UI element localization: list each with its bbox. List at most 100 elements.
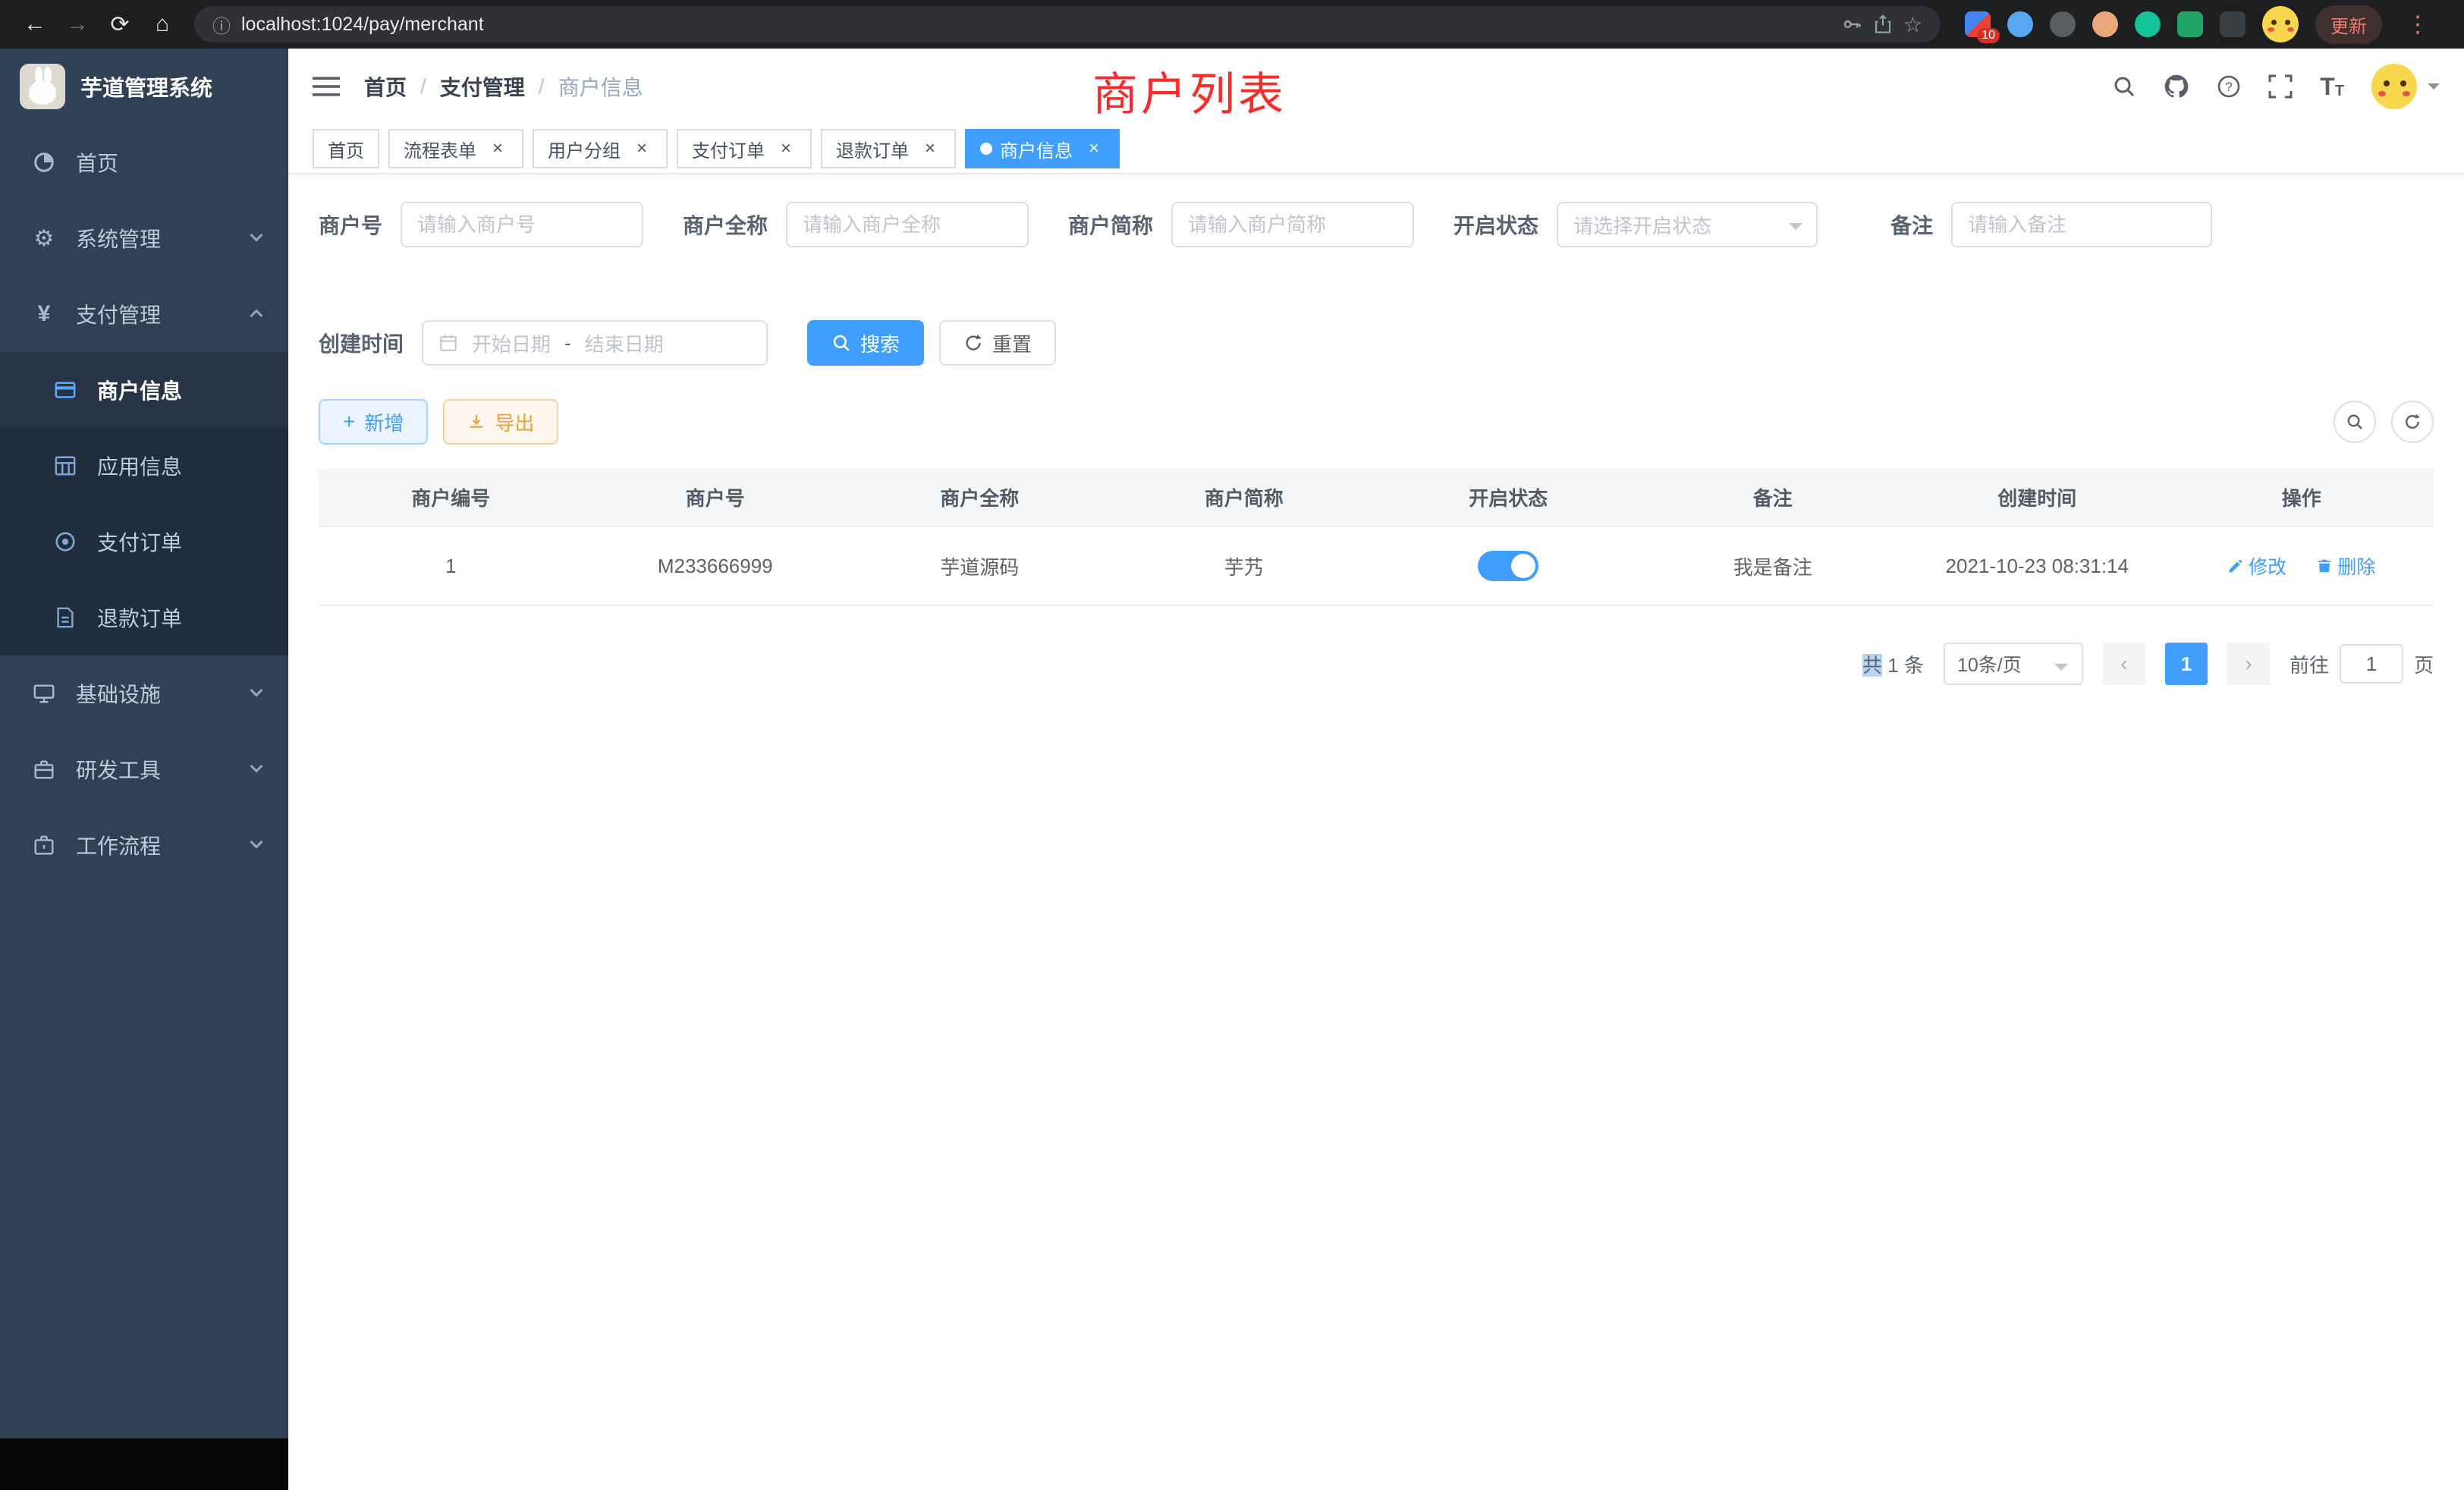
tab-refund-order[interactable]: 退款订单 × — [821, 129, 956, 168]
chevron-down-icon — [250, 229, 263, 242]
sidebar-item-label: 系统管理 — [76, 223, 161, 253]
toggle-search-button[interactable] — [2334, 401, 2376, 443]
tab-label: 用户分组 — [548, 136, 621, 162]
font-size-icon[interactable]: TT — [2320, 74, 2344, 99]
calendar-icon — [438, 333, 458, 353]
browser-home-icon[interactable]: ⌂ — [143, 5, 182, 44]
extension-icon[interactable] — [2135, 11, 2161, 37]
edit-button[interactable]: 修改 — [2227, 552, 2286, 580]
sidebar-item-home[interactable]: 首页 — [0, 124, 288, 200]
goto-label: 前往 — [2290, 650, 2329, 678]
bookmark-star-icon[interactable]: ☆ — [1903, 12, 1922, 37]
merchant-no-input[interactable] — [401, 202, 643, 247]
close-icon[interactable]: × — [775, 138, 797, 159]
sidebar-item-label: 支付管理 — [76, 299, 161, 329]
sidebar-item-app-info[interactable]: 应用信息 — [0, 428, 288, 504]
sidebar-item-pay-order[interactable]: 支付订单 — [0, 504, 288, 580]
browser-profile-avatar[interactable] — [2262, 6, 2299, 42]
tab-home[interactable]: 首页 — [313, 129, 379, 168]
browser-forward-icon[interactable]: → — [58, 5, 97, 44]
extension-icon[interactable] — [2007, 11, 2033, 37]
extension-icon[interactable] — [2092, 11, 2118, 37]
goto-page-input[interactable] — [2340, 644, 2403, 684]
close-icon[interactable]: × — [631, 138, 652, 159]
extension-icon[interactable] — [2177, 11, 2203, 37]
status-select-placeholder: 请选择开启状态 — [1573, 211, 1711, 239]
avatar — [2371, 64, 2417, 109]
grid-icon — [52, 454, 79, 477]
table-toolbar: + 新增 导出 — [319, 399, 2434, 445]
browser-back-icon[interactable]: ← — [15, 5, 55, 44]
close-icon[interactable]: × — [487, 138, 508, 159]
reset-button[interactable]: 重置 — [939, 320, 1056, 366]
sidebar-item-payment[interactable]: ¥ 支付管理 — [0, 276, 288, 352]
breadcrumb-pay[interactable]: 支付管理 — [440, 71, 525, 102]
chevron-up-icon — [250, 310, 263, 322]
short-name-input[interactable] — [1171, 202, 1414, 247]
next-page-button[interactable]: › — [2227, 643, 2270, 685]
close-icon[interactable]: × — [1083, 138, 1105, 159]
browser-refresh-icon[interactable]: ⟳ — [100, 5, 140, 44]
tab-user-group[interactable]: 用户分组 × — [533, 129, 668, 168]
table-header-row: 商户编号 商户号 商户全称 商户简称 开启状态 备注 创建时间 操作 — [319, 469, 2434, 527]
sidebar-item-label: 首页 — [76, 147, 118, 178]
sidebar-item-merchant-info[interactable]: 商户信息 — [0, 352, 288, 428]
search-icon[interactable] — [2112, 74, 2136, 99]
col-full-name: 商户全称 — [847, 469, 1112, 527]
chevron-down-icon — [1789, 223, 1802, 237]
search-icon — [831, 333, 851, 353]
col-merchant-id: 商户编号 — [319, 469, 583, 527]
page-1-button[interactable]: 1 — [2165, 643, 2208, 685]
tab-pay-order[interactable]: 支付订单 × — [677, 129, 812, 168]
sidebar-item-label: 研发工具 — [76, 754, 161, 784]
create-time-range-picker[interactable]: 开始日期 - 结束日期 — [422, 320, 768, 366]
extensions-pin-icon[interactable] — [2220, 11, 2246, 37]
browser-menu-icon[interactable]: ⋮ — [2399, 11, 2437, 38]
filter-form: 商户号 商户全称 商户简称 开启状态 请选择开启状态 — [319, 202, 2434, 366]
credit-card-icon — [52, 379, 79, 401]
refresh-table-button[interactable] — [2391, 401, 2434, 443]
delete-button[interactable]: 删除 — [2316, 552, 2375, 580]
hamburger-icon[interactable] — [313, 75, 340, 98]
status-toggle[interactable] — [1478, 551, 1538, 581]
sidebar-item-label: 基础设施 — [76, 678, 161, 709]
remark-input[interactable] — [1951, 202, 2212, 247]
red-annotation-text: 商户列表 — [1092, 58, 1287, 124]
export-button[interactable]: 导出 — [443, 399, 558, 445]
payment-submenu: 商户信息 应用信息 支付订单 — [0, 352, 288, 655]
github-icon[interactable] — [2164, 74, 2189, 99]
tab-label: 首页 — [328, 136, 364, 162]
breadcrumb-home[interactable]: 首页 — [364, 71, 407, 102]
extension-icon[interactable]: 10 — [1965, 11, 1991, 37]
add-button[interactable]: + 新增 — [319, 399, 428, 445]
prev-page-button[interactable]: ‹ — [2103, 643, 2145, 685]
address-bar[interactable]: ⓘ localhost:1024/pay/merchant ☆ — [194, 6, 1941, 42]
sidebar-item-infrastructure[interactable]: 基础设施 — [0, 655, 288, 731]
extension-icon[interactable] — [2050, 11, 2076, 37]
url-text[interactable]: localhost:1024/pay/merchant — [241, 14, 1831, 36]
sidebar-item-refund-order[interactable]: 退款订单 — [0, 580, 288, 655]
password-key-icon[interactable] — [1841, 14, 1862, 35]
sidebar-item-system[interactable]: ⚙ 系统管理 — [0, 200, 288, 276]
status-select[interactable]: 请选择开启状态 — [1557, 202, 1818, 247]
tab-label: 商户信息 — [1000, 136, 1073, 162]
tab-merchant-info[interactable]: 商户信息 × — [965, 129, 1120, 168]
close-icon[interactable]: × — [919, 138, 941, 159]
sidebar-item-dev-tools[interactable]: 研发工具 — [0, 731, 288, 807]
navbar-actions: ? TT — [2112, 64, 2440, 109]
page-info-icon[interactable]: ⓘ — [212, 11, 231, 38]
app-logo[interactable]: 芋道管理系统 — [0, 49, 288, 124]
active-dot — [980, 143, 992, 155]
help-icon[interactable]: ? — [2217, 74, 2241, 99]
search-button[interactable]: 搜索 — [807, 320, 924, 366]
share-icon[interactable] — [1873, 14, 1893, 34]
tab-process-form[interactable]: 流程表单 × — [388, 129, 523, 168]
browser-update-button[interactable]: 更新 — [2315, 5, 2382, 44]
user-avatar[interactable] — [2371, 64, 2440, 109]
full-name-input[interactable] — [786, 202, 1029, 247]
sidebar-item-workflow[interactable]: 工作流程 — [0, 807, 288, 883]
page-size-value: 10条/页 — [1957, 650, 2022, 677]
fullscreen-icon[interactable] — [2268, 74, 2293, 99]
page-size-select[interactable]: 10条/页 — [1944, 643, 2083, 685]
tab-label: 退款订单 — [836, 136, 909, 162]
